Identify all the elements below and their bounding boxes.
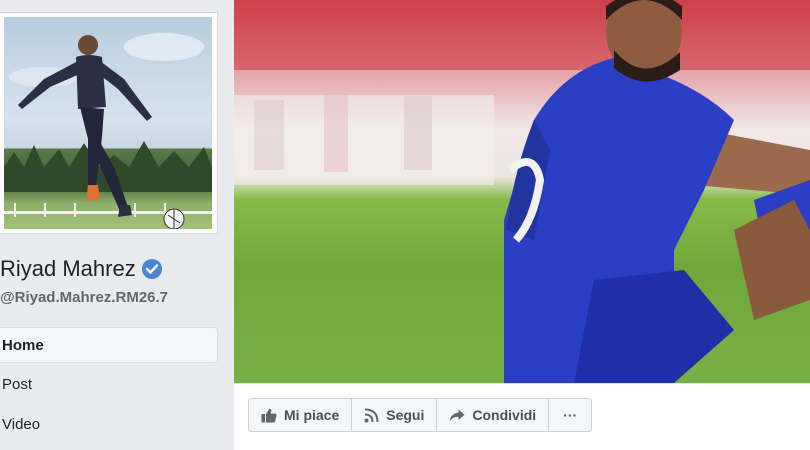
- sidebar-item-label: Home: [2, 336, 44, 354]
- more-options-icon: ···: [563, 407, 578, 423]
- rss-icon: [364, 408, 379, 422]
- sidebar-item-label: Post: [2, 375, 33, 393]
- page-action-bar: Mi piace Segui Condividi ···: [234, 383, 810, 450]
- profile-photo[interactable]: [4, 17, 212, 229]
- profile-photo-frame[interactable]: [0, 12, 218, 234]
- cover-photo-illustration: [234, 0, 810, 383]
- follow-button[interactable]: Segui: [352, 398, 438, 432]
- profile-photo-illustration: [4, 33, 212, 229]
- share-button-label: Condividi: [472, 407, 537, 423]
- page-name-row: Riyad Mahrez: [0, 254, 162, 284]
- thumbs-up-icon: [261, 408, 277, 423]
- cover-photo[interactable]: [234, 0, 810, 383]
- action-button-group: Mi piace Segui Condividi ···: [248, 398, 593, 432]
- like-button-label: Mi piace: [284, 407, 340, 423]
- more-options-button[interactable]: ···: [549, 398, 593, 432]
- follow-button-label: Segui: [386, 407, 425, 423]
- sidebar-item-video[interactable]: Video: [0, 406, 218, 442]
- sidebar-item-post[interactable]: Post: [0, 366, 218, 402]
- sidebar-item-home[interactable]: Home: [0, 327, 218, 363]
- share-arrow-icon: [449, 409, 465, 421]
- like-button[interactable]: Mi piace: [248, 398, 353, 432]
- share-button[interactable]: Condividi: [437, 398, 550, 432]
- verified-check-icon: [141, 259, 162, 279]
- page-handle[interactable]: @Riyad.Mahrez.RM26.7: [0, 289, 168, 306]
- page-title[interactable]: Riyad Mahrez: [0, 256, 136, 282]
- sidebar-item-label: Video: [2, 415, 41, 433]
